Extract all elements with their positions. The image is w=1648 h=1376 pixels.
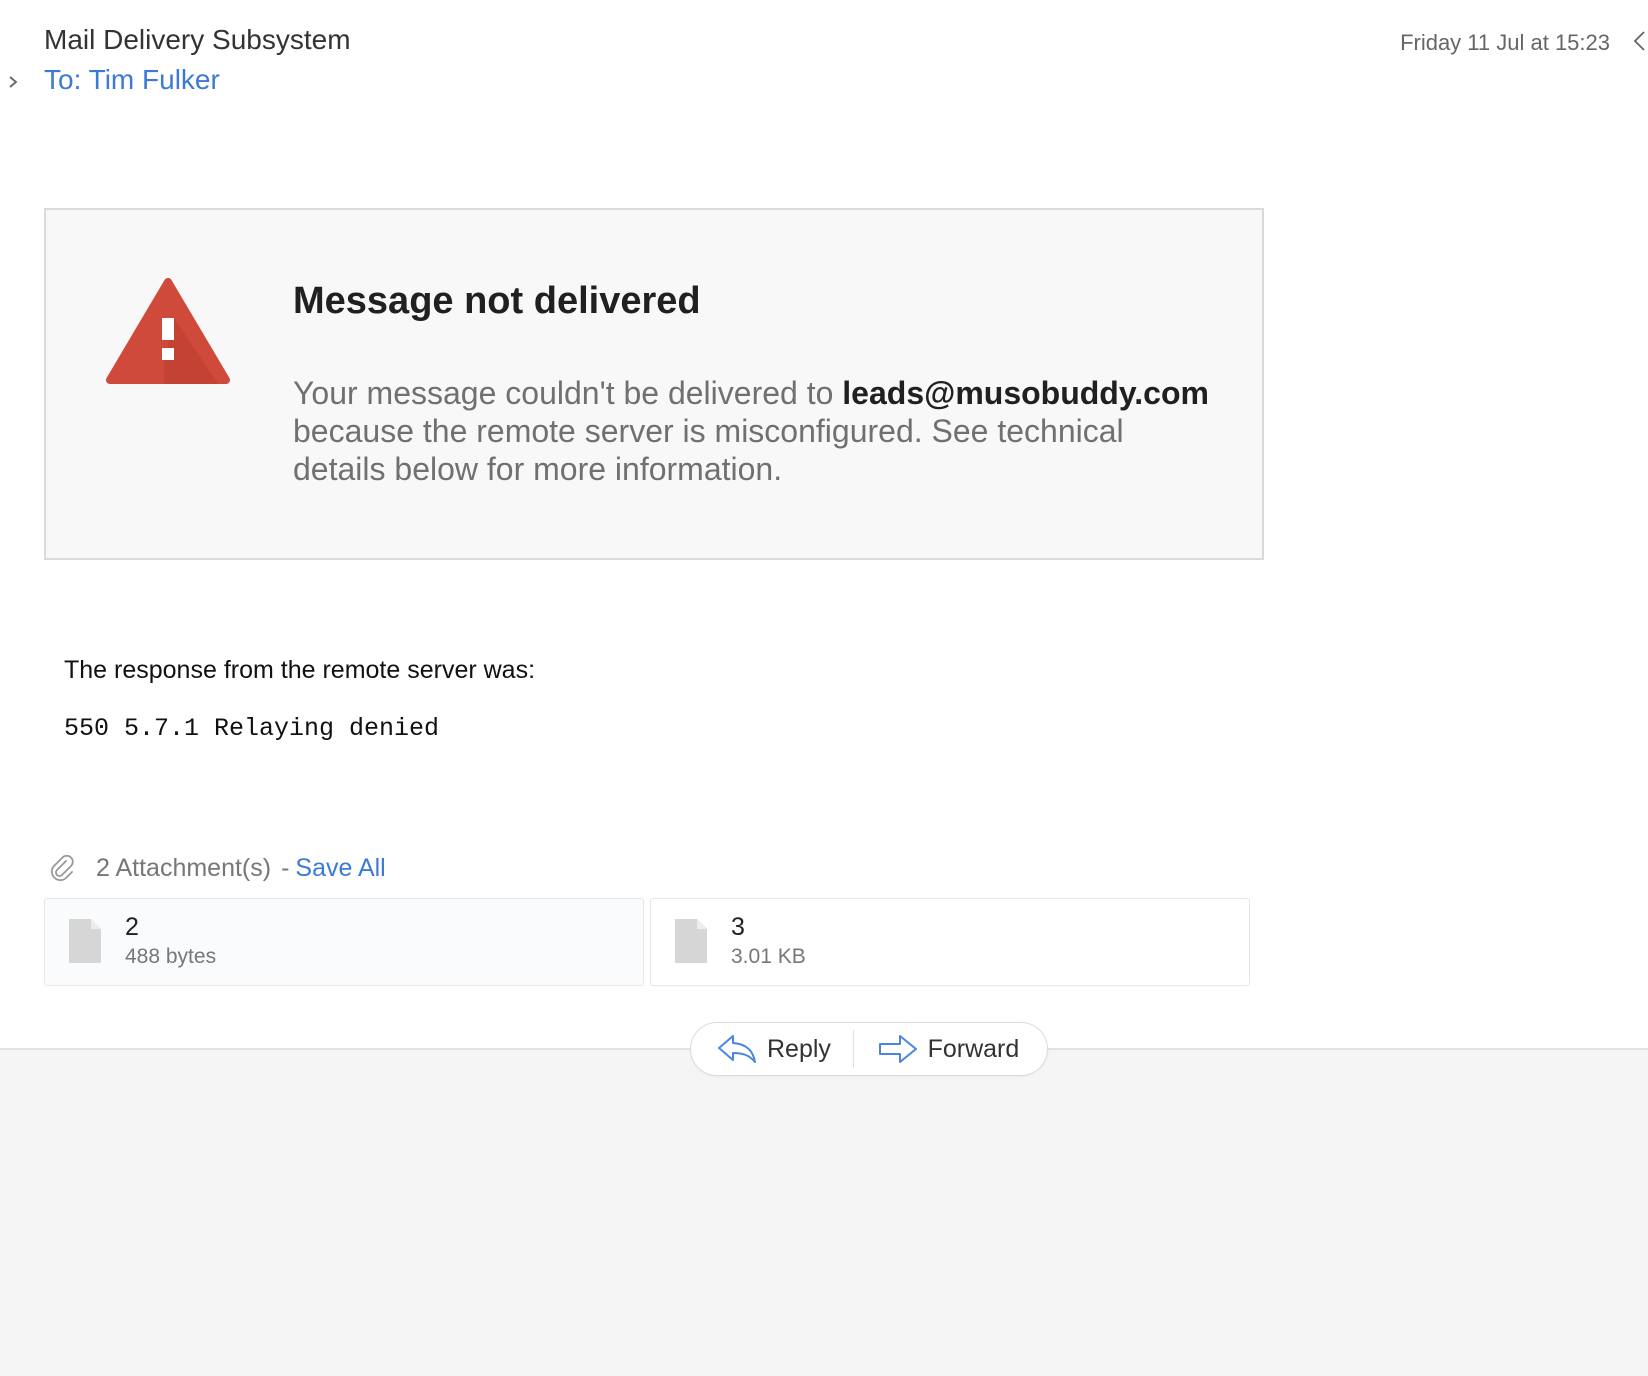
save-all-link[interactable]: Save All: [295, 854, 385, 883]
notice-body: Your message couldn't be delivered to le…: [293, 374, 1213, 488]
message-date: Friday 11 Jul at 15:23: [1400, 30, 1610, 55]
notice-title: Message not delivered: [293, 280, 701, 322]
sender-name: Mail Delivery Subsystem: [44, 24, 351, 55]
file-icon: [675, 919, 707, 963]
reply-forward-bar: Reply Forward: [690, 1022, 1048, 1076]
response-code: 550 5.7.1 Relaying denied: [64, 714, 440, 743]
attachments-header: 2 Attachment(s) - Save All: [50, 852, 386, 884]
attachments-count: 2 Attachment(s): [96, 853, 272, 882]
attachment-item[interactable]: 3 3.01 KB: [650, 898, 1250, 986]
forward-button[interactable]: Forward: [854, 1023, 1047, 1075]
failed-address: leads@musobuddy.com: [842, 375, 1209, 411]
notice-body-suffix: because the remote server is misconfigur…: [293, 413, 1124, 487]
forward-arrow-icon: [878, 1035, 917, 1063]
file-icon: [69, 919, 101, 963]
chevron-left-icon[interactable]: [1632, 28, 1646, 54]
attachment-size: 488 bytes: [125, 945, 217, 968]
attachment-name: 3: [731, 913, 745, 941]
delivery-failure-notice: Message not delivered Your message could…: [44, 208, 1264, 560]
notice-body-prefix: Your message couldn't be delivered to: [293, 375, 843, 411]
paperclip-icon: [50, 855, 74, 881]
attachment-item[interactable]: 2 488 bytes: [44, 898, 644, 986]
reply-button[interactable]: Reply: [691, 1023, 853, 1075]
attachment-name: 2: [125, 913, 139, 941]
response-label: The response from the remote server was:: [64, 656, 536, 684]
message-view: Mail Delivery Subsystem To: Tim Fulker F…: [0, 0, 1648, 1050]
attachments-separator: -: [281, 853, 290, 882]
reply-arrow-icon: [718, 1035, 756, 1063]
forward-label: Forward: [927, 1034, 1020, 1063]
recipient-link[interactable]: To: Tim Fulker: [44, 64, 220, 96]
chevron-right-icon[interactable]: [4, 68, 20, 96]
warning-triangle-icon: [106, 278, 230, 384]
reply-label: Reply: [767, 1034, 831, 1063]
attachment-size: 3.01 KB: [731, 945, 806, 968]
